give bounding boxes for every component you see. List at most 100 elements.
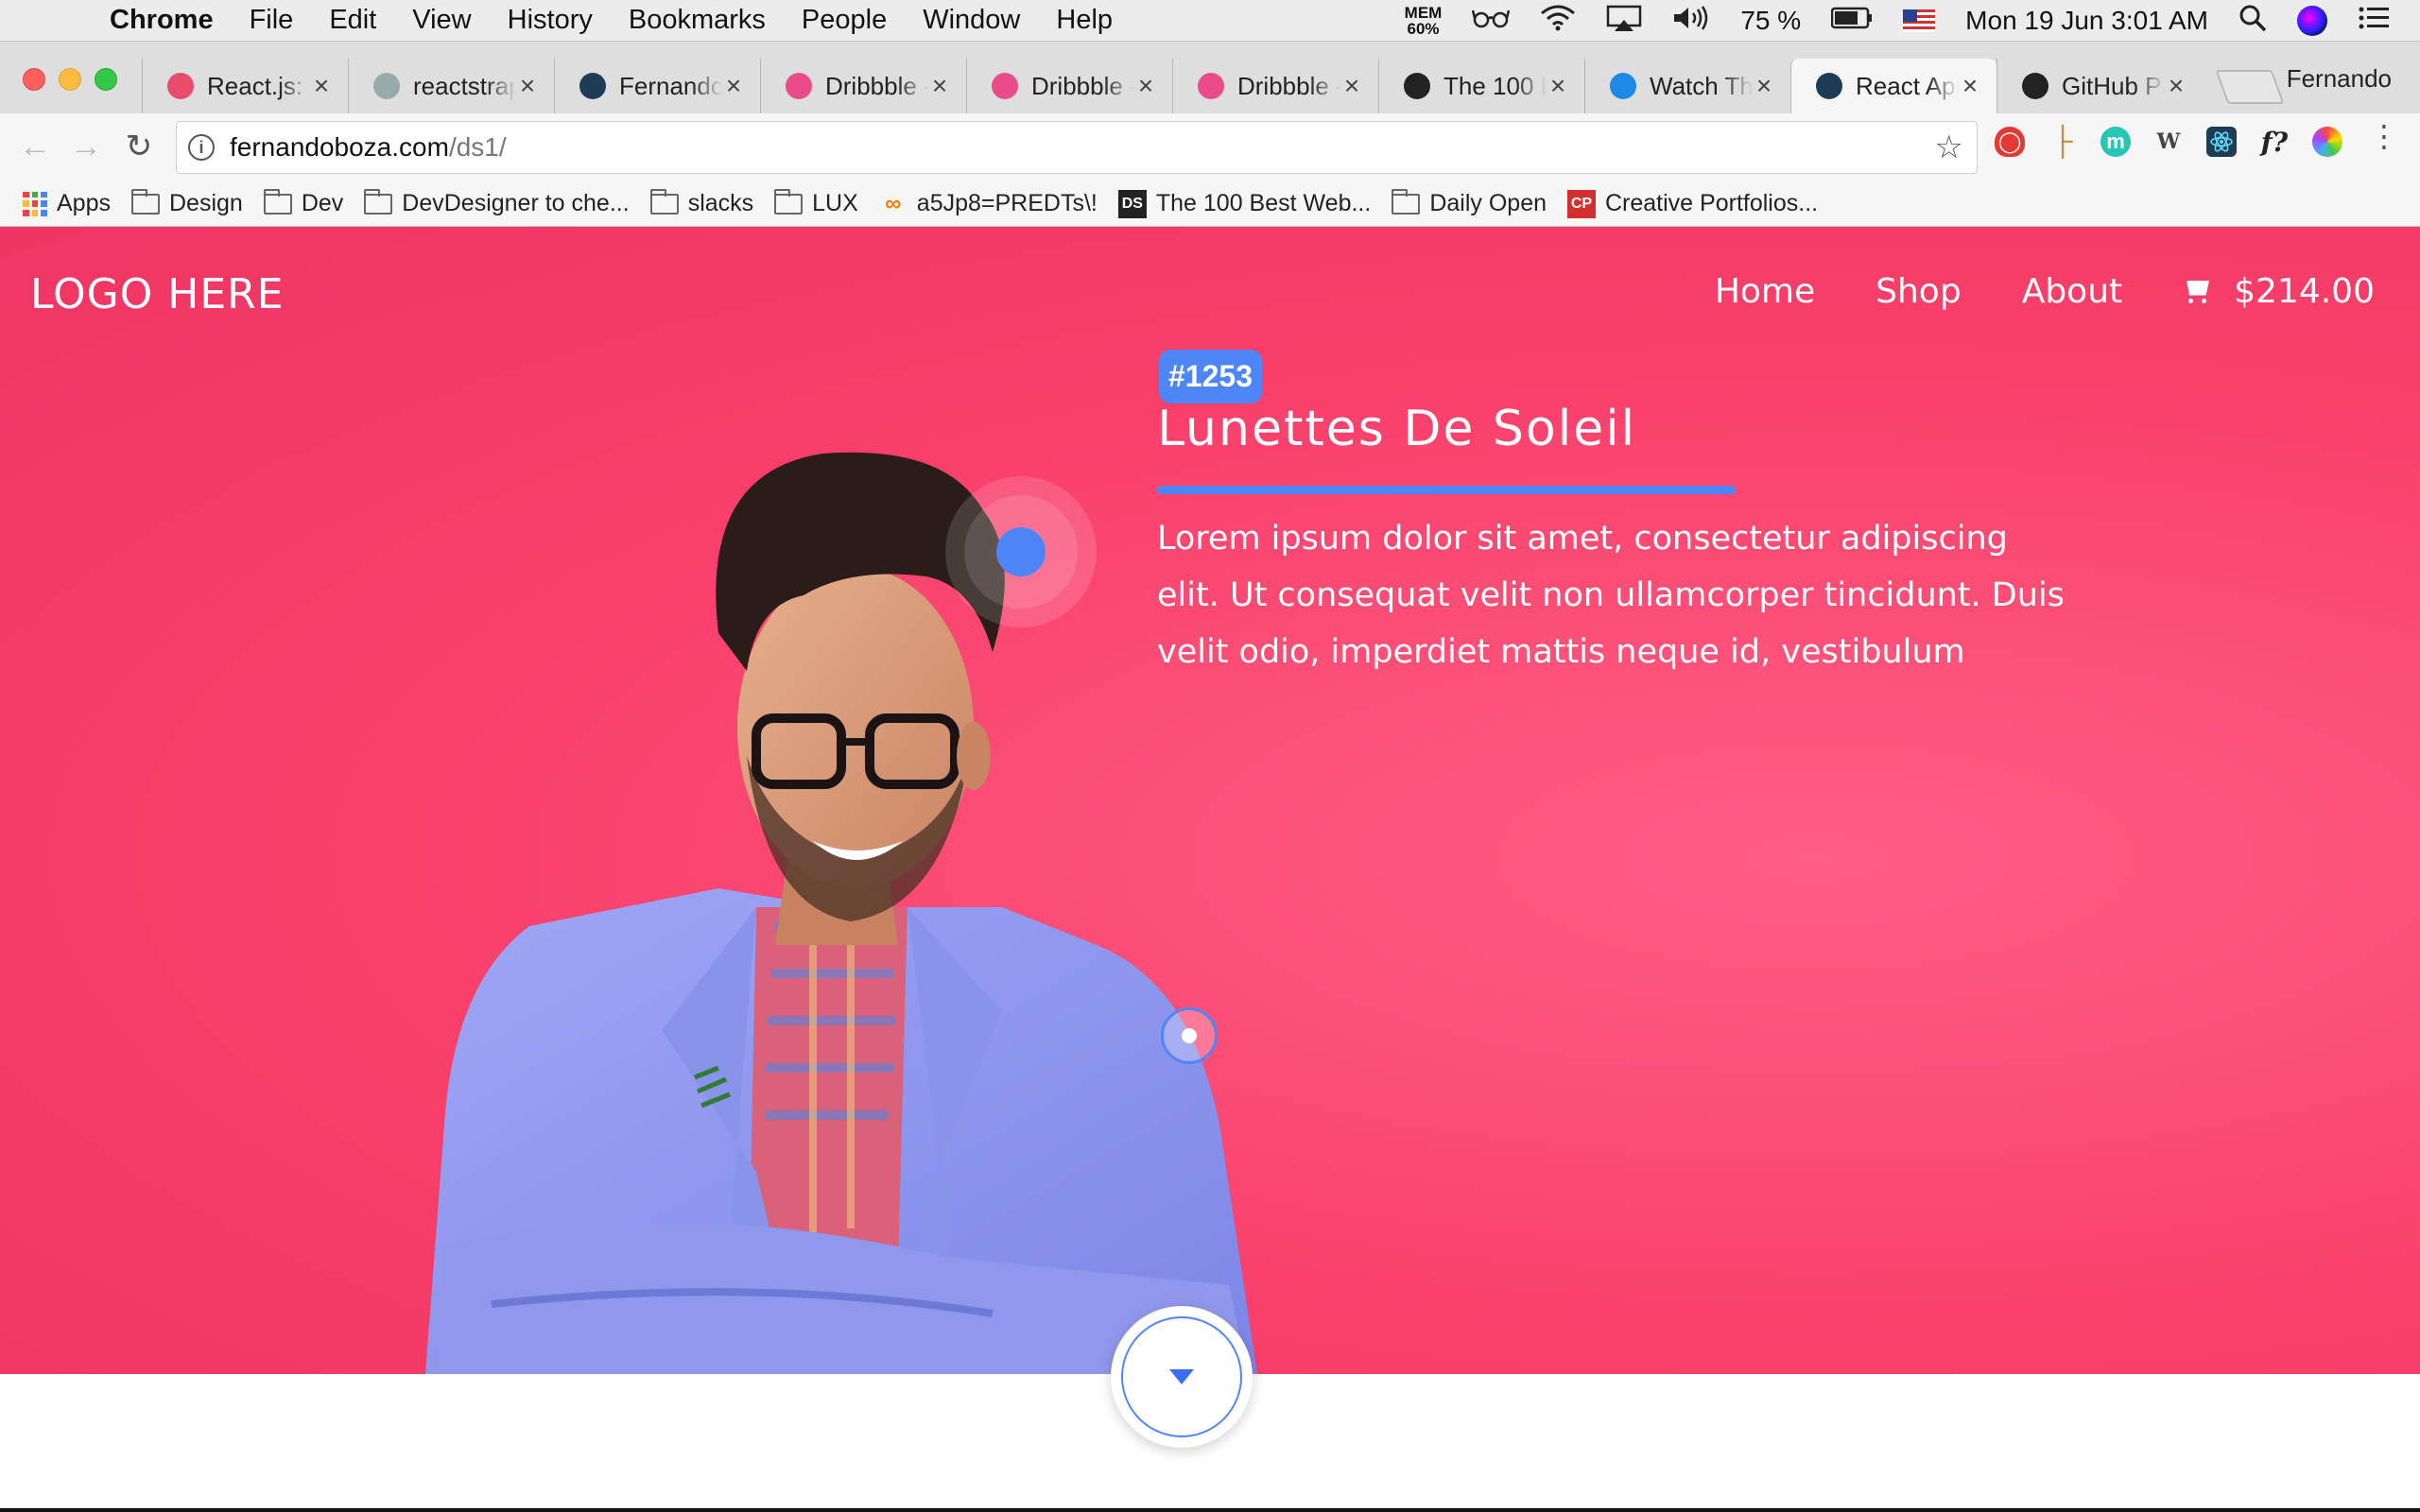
menu-help[interactable]: Help xyxy=(1056,5,1113,36)
tab-title: The 100 B xyxy=(1443,71,1547,100)
m-extension-icon[interactable]: m xyxy=(2100,127,2131,157)
tab-close-icon[interactable]: × xyxy=(1959,71,1981,101)
browser-tab[interactable]: React App × xyxy=(1790,59,1996,113)
wikipedia-extension-icon[interactable]: W xyxy=(2153,127,2184,157)
hero-section: LOGO HERE Home Shop About $214.00 #1253 … xyxy=(0,227,2420,1374)
product-title: Lunettes De Soleil xyxy=(1157,401,1637,457)
color-picker-extension-icon[interactable] xyxy=(2312,127,2342,157)
cp-icon: CP xyxy=(1567,189,1596,218)
bookmark-item[interactable]: LUX xyxy=(774,188,858,217)
menu-bookmarks[interactable]: Bookmarks xyxy=(629,5,766,36)
menu-view[interactable]: View xyxy=(412,5,471,36)
bookmark-item[interactable]: Apps xyxy=(23,190,111,217)
folder-icon xyxy=(364,188,393,215)
browser-tab[interactable]: GitHub Pa × xyxy=(1996,59,2203,113)
bookmark-label: slacks xyxy=(687,190,754,216)
us-flag-icon[interactable] xyxy=(1903,9,1936,32)
menu-app-name[interactable]: Chrome xyxy=(110,5,214,36)
cart-link[interactable]: $214.00 xyxy=(2183,272,2375,311)
bookmark-item[interactable]: slacks xyxy=(649,188,754,217)
menu-people[interactable]: People xyxy=(802,5,887,36)
chrome-menu-icon[interactable]: ⋮ xyxy=(2369,121,2399,151)
browser-tab[interactable]: The 100 B × xyxy=(1378,59,1584,113)
browser-toolbar: ← → ↻ i fernandoboza.com/ds1/ ☆ ◯ ├ m W … xyxy=(0,113,2420,181)
bookmark-item[interactable]: Daily Open xyxy=(1392,188,1547,217)
window-bottom-edge xyxy=(0,1508,2420,1512)
url-host: fernandoboza.com xyxy=(230,132,449,162)
tab-close-icon[interactable]: × xyxy=(1340,71,1363,101)
siri-icon[interactable] xyxy=(2297,6,2327,36)
hotspot-dot xyxy=(1182,1028,1197,1043)
bookmark-label: Daily Open xyxy=(1429,190,1547,216)
tab-close-icon[interactable]: × xyxy=(516,71,539,101)
web-page: LOGO HERE Home Shop About $214.00 #1253 … xyxy=(0,227,2420,1508)
tab-close-icon[interactable]: × xyxy=(928,71,951,101)
tab-title: React App xyxy=(1856,71,1959,100)
menubar-clock[interactable]: Mon 19 Jun 3:01 AM xyxy=(1965,6,2208,36)
tab-close-icon[interactable]: × xyxy=(1134,71,1157,101)
product-hotspot-jacket[interactable] xyxy=(1161,1007,1218,1064)
menu-window[interactable]: Window xyxy=(923,5,1020,36)
airplay-icon[interactable] xyxy=(1606,5,1642,38)
address-bar[interactable]: i fernandoboza.com/ds1/ ☆ xyxy=(176,121,1978,174)
tab-close-icon[interactable]: × xyxy=(1753,71,1775,101)
browser-tab[interactable]: Dribbble - × xyxy=(760,59,966,113)
site-info-icon[interactable]: i xyxy=(188,134,215,161)
bookmark-item[interactable]: Dev xyxy=(263,188,343,217)
browser-tab[interactable]: Watch Th × xyxy=(1584,59,1790,113)
browser-tab[interactable]: Dribbble - × xyxy=(1172,59,1378,113)
new-tab-button[interactable] xyxy=(2215,70,2285,104)
menu-history[interactable]: History xyxy=(508,5,593,36)
battery-icon xyxy=(1830,6,1873,36)
product-id-badge: #1253 xyxy=(1159,350,1262,404)
tab-close-icon[interactable]: × xyxy=(1547,71,1569,101)
menu-file[interactable]: File xyxy=(250,5,294,36)
ruler-extension-icon[interactable]: ├ xyxy=(2048,126,2078,157)
profile-name[interactable]: Fernando xyxy=(2287,64,2392,94)
bookmark-item[interactable]: DevDesigner to che... xyxy=(364,188,630,217)
zoom-window-button[interactable] xyxy=(95,68,117,91)
bookmark-star-icon[interactable]: ☆ xyxy=(1935,129,1963,166)
bookmark-item[interactable]: DS The 100 Best Web... xyxy=(1117,189,1371,218)
bookmark-item[interactable]: ∞ a5Jp8=PREDTs\! xyxy=(879,190,1098,218)
nav-home-link[interactable]: Home xyxy=(1715,272,1815,311)
macos-menu-bar: Chrome File Edit View History Bookmarks … xyxy=(0,0,2420,42)
browser-tab[interactable]: reactstrap × xyxy=(348,59,554,113)
react-devtools-icon[interactable] xyxy=(2206,127,2237,157)
close-window-button[interactable] xyxy=(23,68,45,91)
spotlight-search-icon[interactable] xyxy=(2238,4,2267,39)
reload-icon[interactable]: ↻ xyxy=(117,125,161,168)
nav-about-link[interactable]: About xyxy=(2022,272,2122,311)
browser-tab[interactable]: Dribbble - × xyxy=(966,59,1172,113)
memory-indicator[interactable]: MEM 60% xyxy=(1405,5,1443,37)
tab-close-icon[interactable]: × xyxy=(722,71,745,101)
back-arrow-icon[interactable]: ← xyxy=(13,125,57,168)
tab-title: reactstrap xyxy=(413,71,516,100)
glasses-icon[interactable] xyxy=(1472,6,1511,36)
url-path: /ds1/ xyxy=(448,132,507,162)
volume-icon[interactable] xyxy=(1672,5,1710,38)
wifi-icon[interactable] xyxy=(1540,5,1576,38)
minimize-window-button[interactable] xyxy=(59,68,81,91)
bookmarks-bar: Apps Design Dev DevDesigner to che... slacks… xyxy=(0,181,2420,227)
browser-tab[interactable]: React.js: (× xyxy=(142,59,348,113)
menu-edit[interactable]: Edit xyxy=(329,5,376,36)
bookmark-item[interactable]: Design xyxy=(130,188,243,217)
tab-close-icon[interactable]: × xyxy=(2165,71,2187,101)
bookmark-label: Design xyxy=(168,190,243,216)
site-logo[interactable]: LOGO HERE xyxy=(30,270,285,318)
forward-arrow-icon[interactable]: → xyxy=(64,125,108,168)
product-description: Lorem ipsum dolor sit amet, consectetur … xyxy=(1157,520,2065,671)
product-hotspot-glasses[interactable] xyxy=(945,476,1097,627)
browser-tab[interactable]: Fernando × xyxy=(554,59,760,113)
bookmark-item[interactable]: CP Creative Portfolios... xyxy=(1567,189,1818,218)
whatfont-extension-icon[interactable]: f? xyxy=(2259,127,2290,158)
tab-favicon-icon xyxy=(167,73,194,99)
nav-shop-link[interactable]: Shop xyxy=(1876,272,1962,311)
battery-percent[interactable]: 75 % xyxy=(1740,6,1801,36)
tab-favicon-icon xyxy=(992,73,1018,99)
tab-close-icon[interactable]: × xyxy=(310,71,333,101)
scroll-down-button[interactable] xyxy=(1111,1306,1253,1448)
notification-center-icon[interactable] xyxy=(2358,5,2390,38)
ublock-extension-icon[interactable]: ◯ xyxy=(1995,127,2025,157)
